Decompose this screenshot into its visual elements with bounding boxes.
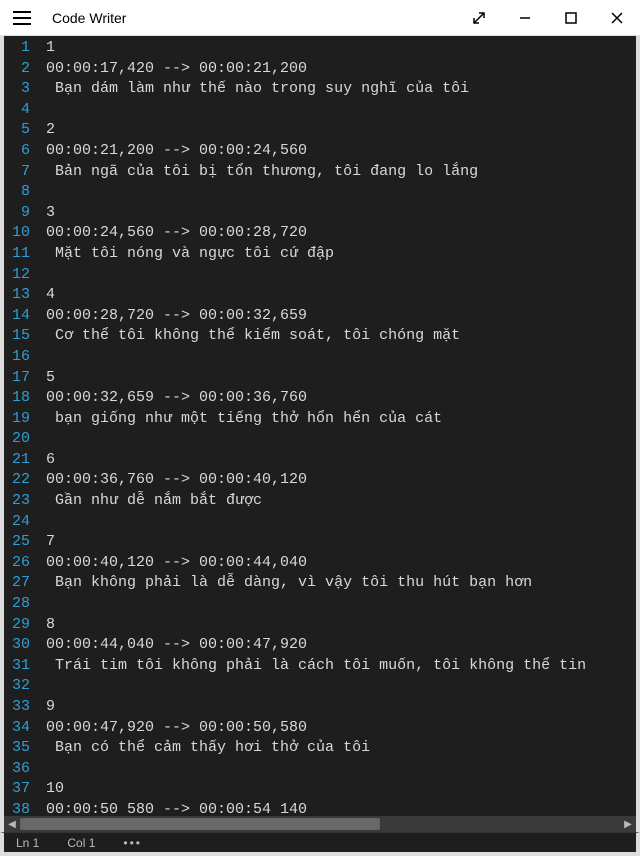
window-title: Code Writer	[44, 10, 456, 26]
menu-button[interactable]	[0, 0, 44, 36]
code-line[interactable]: 3	[46, 203, 630, 224]
code-line[interactable]: 1	[46, 38, 630, 59]
code-line[interactable]: 5	[46, 368, 630, 389]
code-line[interactable]	[46, 265, 630, 286]
line-number: 16	[12, 347, 30, 368]
code-line[interactable]: 4	[46, 285, 630, 306]
code-line[interactable]: 00:00:24,560 --> 00:00:28,720	[46, 223, 630, 244]
line-number: 17	[12, 368, 30, 389]
code-line[interactable]: bạn giống như một tiếng thở hổn hển của …	[46, 409, 630, 430]
line-number: 37	[12, 779, 30, 800]
code-line[interactable]: 00:00:28,720 --> 00:00:32,659	[46, 306, 630, 327]
line-number: 23	[12, 491, 30, 512]
code-line[interactable]: Bản ngã của tôi bị tổn thương, tôi đang …	[46, 162, 630, 183]
line-number: 29	[12, 615, 30, 636]
maximize-button[interactable]	[548, 0, 594, 36]
line-number: 7	[12, 162, 30, 183]
line-number: 24	[12, 512, 30, 533]
close-button[interactable]	[594, 0, 640, 36]
code-line[interactable]	[46, 759, 630, 780]
code-line[interactable]: 6	[46, 450, 630, 471]
line-number: 26	[12, 553, 30, 574]
line-number: 11	[12, 244, 30, 265]
line-number: 35	[12, 738, 30, 759]
line-number: 31	[12, 656, 30, 677]
line-number: 32	[12, 676, 30, 697]
line-number: 5	[12, 120, 30, 141]
scroll-track[interactable]	[20, 816, 620, 832]
editor-area[interactable]: 1234567891011121314151617181920212223242…	[0, 36, 640, 832]
line-number: 36	[12, 759, 30, 780]
code-line[interactable]	[46, 512, 630, 533]
line-number: 12	[12, 265, 30, 286]
line-number: 8	[12, 182, 30, 203]
code-line[interactable]	[46, 429, 630, 450]
code-line[interactable]: 00:00:47,920 --> 00:00:50,580	[46, 718, 630, 739]
code-content[interactable]: 100:00:17,420 --> 00:00:21,200 Bạn dám l…	[40, 36, 636, 832]
line-number: 1	[12, 38, 30, 59]
line-number: 30	[12, 635, 30, 656]
line-number: 27	[12, 573, 30, 594]
code-line[interactable]: Trái tim tôi không phải là cách tôi muốn…	[46, 656, 630, 677]
code-line[interactable]	[46, 347, 630, 368]
code-line[interactable]: Cơ thể tôi không thể kiểm soát, tôi chón…	[46, 326, 630, 347]
status-col[interactable]: Col 1	[67, 836, 95, 850]
code-line[interactable]	[46, 676, 630, 697]
code-line[interactable]: 00:00:36,760 --> 00:00:40,120	[46, 470, 630, 491]
code-line[interactable]: 00:00:21,200 --> 00:00:24,560	[46, 141, 630, 162]
scroll-left-arrow[interactable]: ◀	[4, 816, 20, 832]
expand-icon	[472, 11, 486, 25]
line-number: 3	[12, 79, 30, 100]
code-line[interactable]: Bạn dám làm như thế nào trong suy nghĩ c…	[46, 79, 630, 100]
status-more[interactable]: •••	[123, 836, 142, 850]
minimize-icon	[518, 11, 532, 25]
code-line[interactable]	[46, 182, 630, 203]
code-line[interactable]: 9	[46, 697, 630, 718]
line-number: 34	[12, 718, 30, 739]
line-number: 20	[12, 429, 30, 450]
code-line[interactable]: 00:00:40,120 --> 00:00:44,040	[46, 553, 630, 574]
horizontal-scrollbar[interactable]: ◀ ▶	[4, 816, 636, 832]
code-line[interactable]: 7	[46, 532, 630, 553]
line-number: 21	[12, 450, 30, 471]
close-icon	[610, 11, 624, 25]
code-line[interactable]: 8	[46, 615, 630, 636]
line-number: 2	[12, 59, 30, 80]
code-line[interactable]: 2	[46, 120, 630, 141]
line-number: 10	[12, 223, 30, 244]
line-number: 14	[12, 306, 30, 327]
line-number: 15	[12, 326, 30, 347]
expand-button[interactable]	[456, 0, 502, 36]
status-line[interactable]: Ln 1	[16, 836, 39, 850]
code-line[interactable]: Bạn có thể cảm thấy hơi thở của tôi	[46, 738, 630, 759]
code-line[interactable]: 10	[46, 779, 630, 800]
code-line[interactable]: 00:00:32,659 --> 00:00:36,760	[46, 388, 630, 409]
line-number: 4	[12, 100, 30, 121]
line-number: 22	[12, 470, 30, 491]
line-number-gutter: 1234567891011121314151617181920212223242…	[4, 36, 40, 832]
line-number: 9	[12, 203, 30, 224]
minimize-button[interactable]	[502, 0, 548, 36]
code-line[interactable]	[46, 100, 630, 121]
line-number: 18	[12, 388, 30, 409]
titlebar: Code Writer	[0, 0, 640, 36]
status-bar: Ln 1 Col 1 •••	[0, 832, 640, 856]
line-number: 19	[12, 409, 30, 430]
code-line[interactable]: Gần như dễ nắm bắt được	[46, 491, 630, 512]
code-line[interactable]: Mặt tôi nóng và ngực tôi cứ đập	[46, 244, 630, 265]
scroll-right-arrow[interactable]: ▶	[620, 816, 636, 832]
maximize-icon	[564, 11, 578, 25]
line-number: 13	[12, 285, 30, 306]
hamburger-icon	[13, 11, 31, 25]
code-line[interactable]: 00:00:17,420 --> 00:00:21,200	[46, 59, 630, 80]
line-number: 28	[12, 594, 30, 615]
line-number: 6	[12, 141, 30, 162]
line-number: 25	[12, 532, 30, 553]
code-line[interactable]: Bạn không phải là dễ dàng, vì vậy tôi th…	[46, 573, 630, 594]
code-line[interactable]: 00:00:44,040 --> 00:00:47,920	[46, 635, 630, 656]
line-number: 33	[12, 697, 30, 718]
code-line[interactable]	[46, 594, 630, 615]
scroll-thumb[interactable]	[20, 818, 380, 830]
